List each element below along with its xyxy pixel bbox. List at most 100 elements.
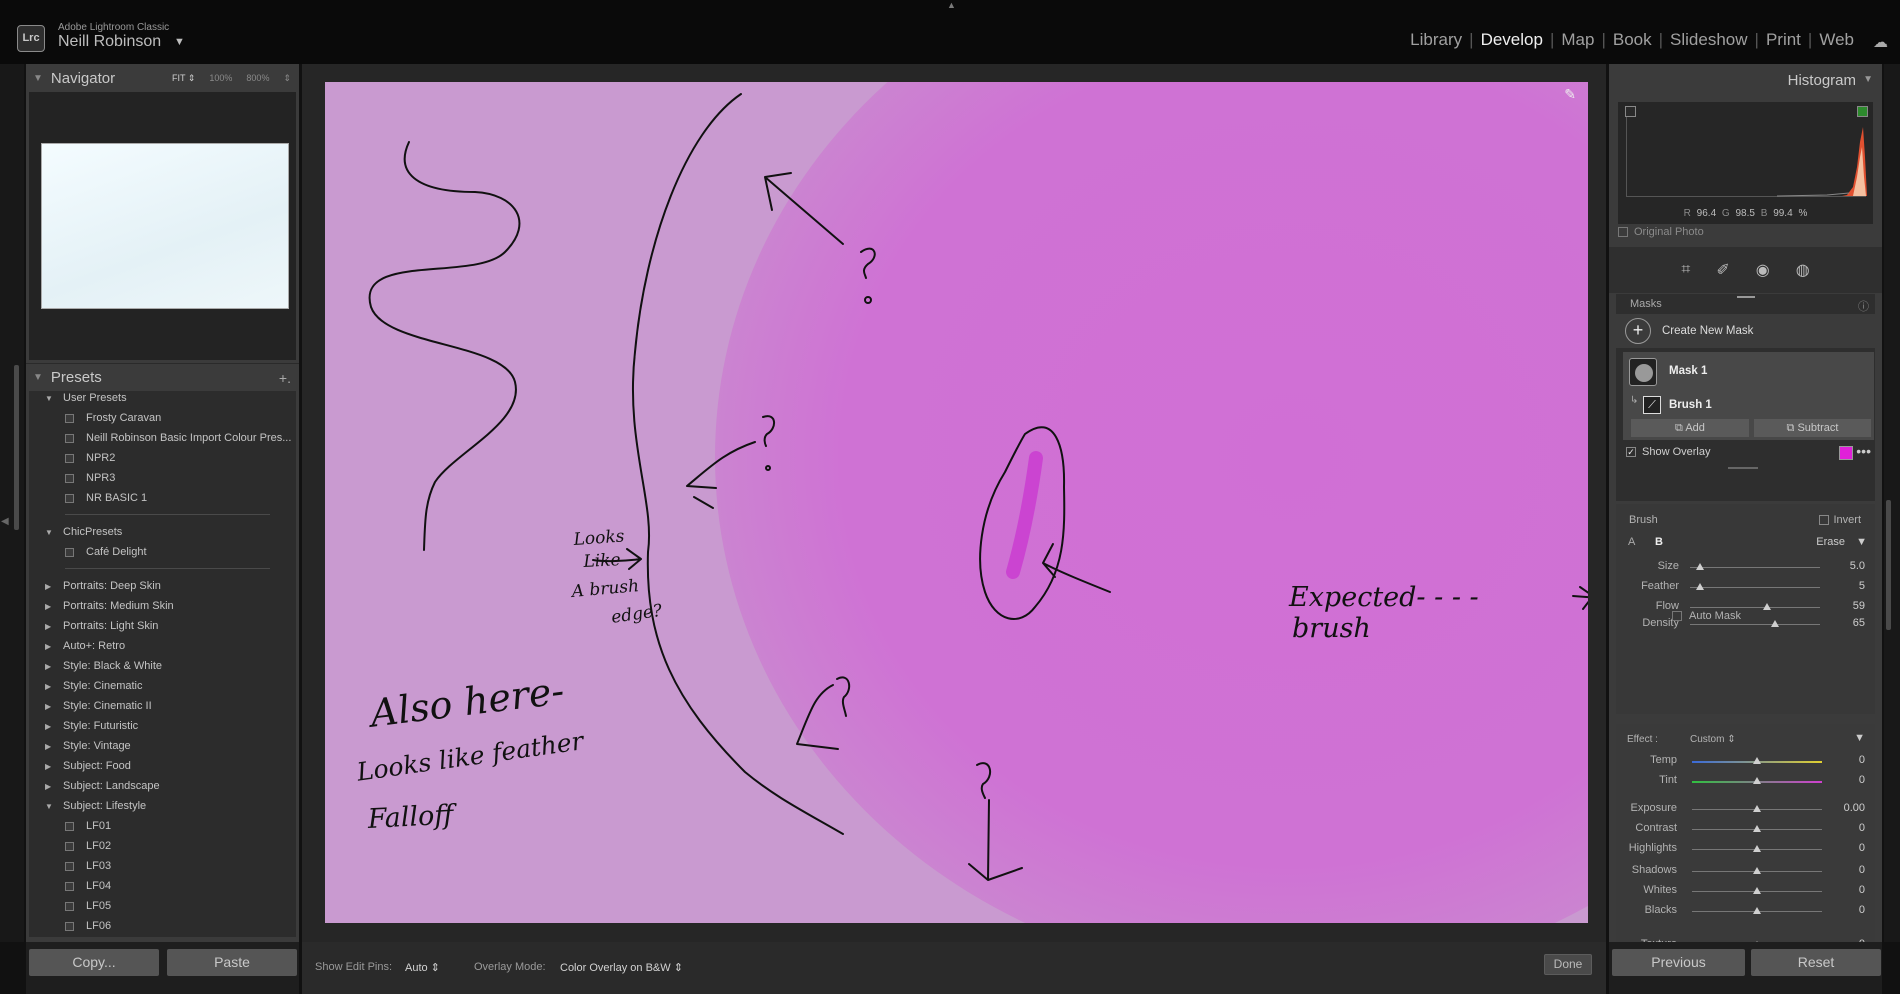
preset-item[interactable]: LF06 [29, 916, 111, 936]
copy-button[interactable]: Copy... [29, 949, 159, 976]
module-develop[interactable]: Develop [1481, 30, 1543, 50]
preset-group[interactable]: ▶ Style: Cinematic [29, 676, 142, 696]
effect-slider-value[interactable]: 0 [1825, 884, 1865, 896]
edit-pins-select[interactable]: Auto ⇕ [405, 961, 440, 974]
mask-thumbnail[interactable] [1629, 358, 1657, 386]
collapsed-triangle-icon[interactable]: ▶ [45, 742, 55, 751]
effect-slider-knob[interactable] [1753, 887, 1761, 894]
brush-component-name[interactable]: Brush 1 [1669, 399, 1712, 411]
invert-checkbox[interactable] [1819, 515, 1829, 525]
expanded-triangle-icon[interactable]: ▼ [45, 528, 55, 537]
left-panel-toggle-icon[interactable]: ◀ [1, 516, 9, 527]
top-panel-collapse-icon[interactable]: ▲ [947, 0, 956, 10]
original-photo-toggle[interactable]: Original Photo [1618, 226, 1704, 238]
brush-slider-track[interactable] [1690, 624, 1820, 625]
healing-icon[interactable]: ✐ [1716, 260, 1729, 280]
preset-item[interactable]: Neill Robinson Basic Import Colour Pres.… [29, 428, 291, 448]
photo[interactable]: Looks Like A brush edge? Also here- Look… [325, 82, 1588, 923]
auto-mask-checkbox[interactable] [1672, 611, 1682, 621]
previous-button[interactable]: Previous [1612, 949, 1745, 976]
effect-slider-value[interactable]: 0 [1825, 774, 1865, 786]
preset-group[interactable]: ▶ Style: Cinematic II [29, 696, 152, 716]
brush-slider-value[interactable]: 65 [1825, 617, 1865, 629]
preset-group[interactable]: ▼ Subject: Lifestyle [29, 796, 146, 816]
masks-resize-handle[interactable] [1728, 467, 1758, 469]
preset-group[interactable]: ▶ Style: Black & White [29, 656, 162, 676]
mask-name[interactable]: Mask 1 [1669, 365, 1707, 377]
brush-slider-value[interactable]: 5 [1825, 580, 1865, 592]
navigator-thumbnail[interactable] [41, 143, 289, 309]
module-book[interactable]: Book [1613, 30, 1652, 50]
effect-slider-value[interactable]: 0 [1825, 842, 1865, 854]
presets-header[interactable]: ▼ Presets +. [26, 363, 299, 391]
preset-item[interactable]: NR BASIC 1 [29, 488, 147, 508]
highlight-clipping-icon[interactable] [1857, 106, 1868, 117]
collapse-triangle-icon[interactable]: ▼ [33, 73, 43, 84]
module-library[interactable]: Library [1410, 30, 1462, 50]
brush-b-tab[interactable]: B [1655, 536, 1663, 548]
preset-group[interactable]: ▶ Portraits: Deep Skin [29, 576, 161, 596]
brush-slider-track[interactable] [1690, 607, 1820, 608]
brush-a-tab[interactable]: A [1628, 536, 1635, 548]
add-button[interactable]: ⧉ Add [1631, 419, 1749, 437]
zoom-800[interactable]: 800% [246, 73, 269, 84]
subtract-button[interactable]: ⧉ Subtract [1754, 419, 1871, 437]
expanded-triangle-icon[interactable]: ▼ [45, 394, 55, 403]
expanded-triangle-icon[interactable]: ▼ [45, 802, 55, 811]
brush-slider-knob[interactable] [1696, 583, 1705, 590]
cloud-icon[interactable]: ☁ [1873, 33, 1888, 51]
show-overlay-checkbox[interactable]: ✓ [1626, 447, 1636, 457]
info-icon[interactable]: ⓘ [1858, 298, 1869, 314]
left-edge-scrollbar[interactable] [14, 365, 19, 530]
crop-icon[interactable]: ⌗ [1681, 261, 1690, 279]
collapsed-triangle-icon[interactable]: ▶ [45, 602, 55, 611]
preset-item[interactable]: Frosty Caravan [29, 408, 161, 428]
histogram-title[interactable]: Histogram [1788, 72, 1856, 89]
user-name[interactable]: Neill Robinson [58, 33, 161, 51]
brush-slider-knob[interactable] [1770, 620, 1779, 627]
red-eye-icon[interactable]: ◉ [1756, 260, 1770, 280]
module-web[interactable]: Web [1819, 30, 1854, 50]
shadow-clipping-icon[interactable] [1625, 106, 1636, 117]
preset-item[interactable]: LF03 [29, 856, 111, 876]
overlay-mode-select[interactable]: Color Overlay on B&W ⇕ [560, 961, 683, 974]
brush-slider-value[interactable]: 5.0 [1825, 560, 1865, 572]
collapsed-triangle-icon[interactable]: ▶ [45, 642, 55, 651]
brush-slider-knob[interactable] [1762, 603, 1771, 610]
brush-slider-track[interactable] [1690, 587, 1820, 588]
effect-slider-knob[interactable] [1753, 867, 1761, 874]
effect-slider-value[interactable]: 0 [1825, 904, 1865, 916]
effect-slider-knob[interactable] [1753, 907, 1761, 914]
preset-group[interactable]: ▼ ChicPresets [29, 522, 122, 542]
collapse-triangle-icon[interactable]: ▼ [33, 372, 43, 383]
zoom-100[interactable]: 100% [209, 73, 232, 84]
preset-group[interactable]: ▶ Subject: Food [29, 756, 131, 776]
collapsed-triangle-icon[interactable]: ▶ [45, 702, 55, 711]
effect-preset-select[interactable]: Custom ⇕ [1690, 734, 1736, 745]
preset-group[interactable]: ▶ Style: Vintage [29, 736, 131, 756]
effect-slider-value[interactable]: 0 [1825, 754, 1865, 766]
zoom-more[interactable]: ⇕ [283, 73, 291, 84]
collapsed-triangle-icon[interactable]: ▶ [45, 722, 55, 731]
done-button[interactable]: Done [1544, 954, 1592, 975]
brush-slider-value[interactable]: 59 [1825, 600, 1865, 612]
effect-menu-triangle-icon[interactable]: ▼ [1854, 732, 1865, 744]
masks-drag-handle[interactable] [1737, 296, 1755, 298]
paste-button[interactable]: Paste [167, 949, 297, 976]
effect-slider-value[interactable]: 0 [1825, 822, 1865, 834]
create-new-mask-button[interactable]: + Create New Mask [1616, 314, 1875, 348]
zoom-fit[interactable]: FIT ⇕ [172, 73, 195, 84]
reset-button[interactable]: Reset [1751, 949, 1881, 976]
histogram[interactable]: R 96.4 G 98.5 B 99.4 % [1618, 102, 1873, 224]
navigator-preview[interactable] [29, 92, 296, 360]
collapsed-triangle-icon[interactable]: ▶ [45, 662, 55, 671]
preset-group[interactable]: ▼ User Presets [29, 391, 127, 408]
brush-icon[interactable]: ⟋ [1643, 396, 1661, 414]
preset-item[interactable]: LF01 [29, 816, 111, 836]
collapsed-triangle-icon[interactable]: ▶ [45, 622, 55, 631]
collapsed-triangle-icon[interactable]: ▶ [45, 682, 55, 691]
effect-slider-value[interactable]: 0 [1825, 864, 1865, 876]
brush-menu-triangle-icon[interactable]: ▼ [1856, 536, 1867, 548]
pencil-icon[interactable]: ✎ [1564, 86, 1576, 103]
preset-group[interactable]: ▶ Style: Futuristic [29, 716, 138, 736]
